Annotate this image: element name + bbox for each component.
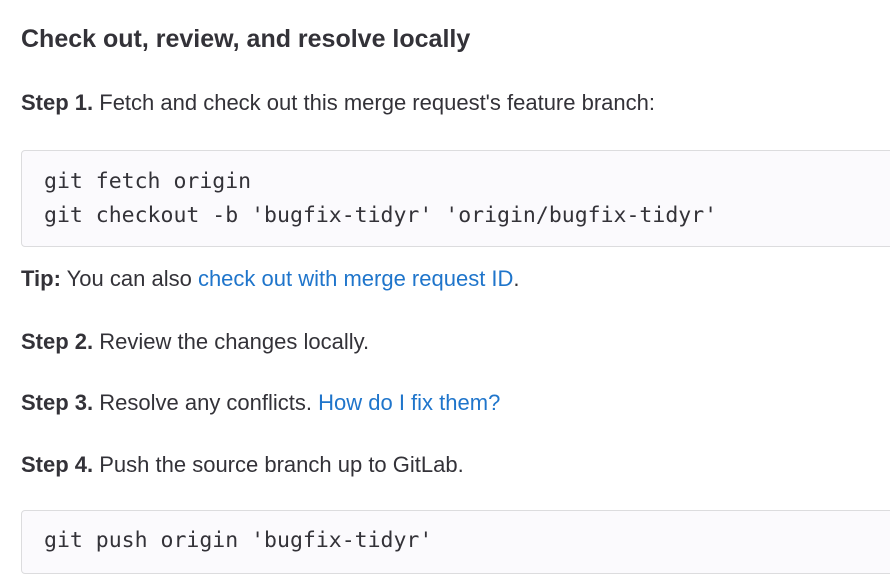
step-2-label: Step 2. (21, 329, 94, 354)
tip: Tip: You can also check out with merge r… (21, 265, 520, 293)
step-1-text: Fetch and check out this merge request's… (93, 90, 655, 115)
tip-suffix: . (513, 266, 520, 291)
step-3-text: Resolve any conflicts. (93, 390, 319, 415)
step-4-text: Push the source branch up to GitLab. (93, 452, 464, 477)
step-4-label: Step 4. (21, 452, 94, 477)
step-3-label: Step 3. (21, 390, 94, 415)
code-line-fetch: git fetch origin (44, 169, 252, 194)
code-line-push: git push origin 'bugfix-tidyr' (44, 528, 433, 553)
code-line-checkout: git checkout -b 'bugfix-tidyr' 'origin/b… (44, 203, 718, 228)
how-do-i-fix-them-link[interactable]: How do I fix them? (318, 390, 500, 415)
step-1: Step 1. Fetch and check out this merge r… (21, 89, 655, 117)
step-4: Step 4. Push the source branch up to Git… (21, 451, 464, 479)
tip-text: You can also (60, 266, 198, 291)
section-title: Check out, review, and resolve locally (21, 25, 471, 53)
check-out-with-mr-id-link[interactable]: check out with merge request ID (198, 266, 513, 291)
fetch-checkout-code-block[interactable]: git fetch origin git checkout -b 'bugfix… (21, 150, 890, 247)
step-3: Step 3. Resolve any conflicts. How do I … (21, 389, 500, 417)
push-code-block[interactable]: git push origin 'bugfix-tidyr' (21, 510, 890, 574)
step-1-label: Step 1. (21, 90, 94, 115)
step-2: Step 2. Review the changes locally. (21, 328, 369, 356)
step-2-text: Review the changes locally. (93, 329, 370, 354)
tip-label: Tip: (21, 266, 61, 291)
